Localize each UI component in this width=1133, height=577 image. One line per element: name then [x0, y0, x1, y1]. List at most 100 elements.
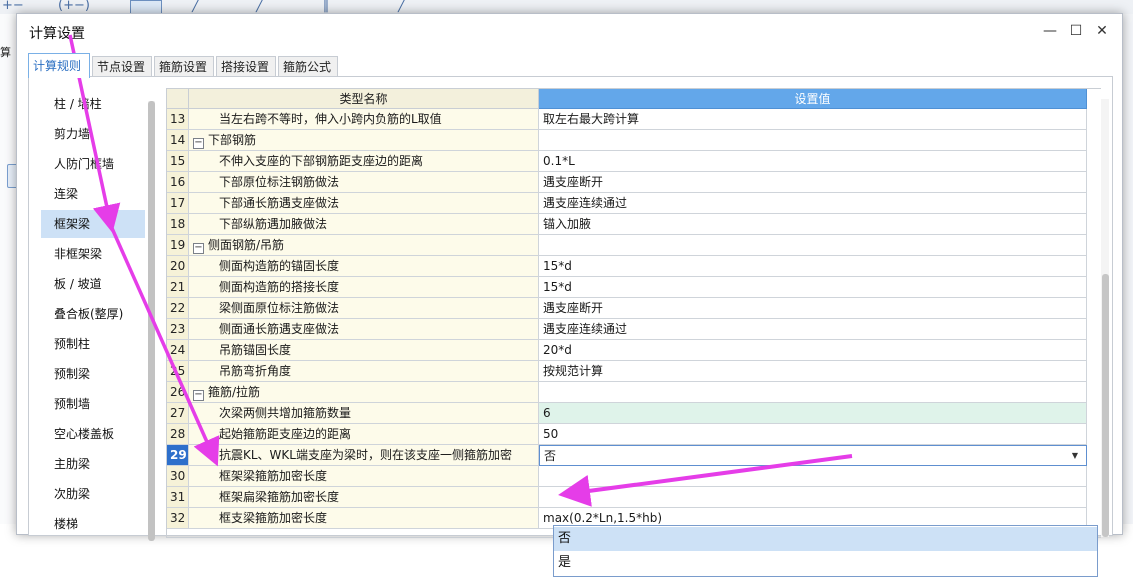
list-item[interactable]: 次肋梁 — [41, 480, 145, 508]
table-row[interactable]: 26− 箍筋/拉筋 — [167, 382, 1101, 403]
row-type-name-text: 下部钢筋 — [208, 133, 257, 147]
list-item[interactable]: 人防门框墙 — [41, 150, 145, 178]
row-number: 17 — [167, 193, 189, 214]
pen-icon: ╱ — [256, 0, 264, 13]
row-type-name: 不伸入支座的下部钢筋距支座边的距离 — [189, 151, 539, 172]
table-row[interactable]: 14− 下部钢筋 — [167, 130, 1101, 151]
header-row-number — [167, 89, 189, 109]
row-setting-value-text: 6 — [543, 406, 551, 420]
tab-node-settings[interactable]: 节点设置 — [92, 56, 152, 77]
row-number: 24 — [167, 340, 189, 361]
row-setting-value[interactable]: 15*d — [539, 256, 1087, 277]
row-type-name: 下部纵筋遇加腋做法 — [189, 214, 539, 235]
row-type-name-text: 侧面通长筋遇支座做法 — [219, 322, 340, 336]
row-type-name-text: 下部通长筋遇支座做法 — [219, 196, 340, 210]
list-item[interactable]: 框架梁 — [41, 210, 145, 238]
row-type-name: 吊筋锚固长度 — [189, 340, 539, 361]
row-type-name: 下部原位标注钢筋做法 — [189, 172, 539, 193]
row-type-name-text: 梁侧面原位标注筋做法 — [219, 301, 340, 315]
settings-grid: 类型名称 设置值 13 当左右跨不等时，伸入小跨内负筋的L取值 取左右最大跨计算 14… — [166, 88, 1101, 538]
row-setting-value[interactable]: 0.1*L — [539, 151, 1087, 172]
dialog-titlebar[interactable]: 计算设置 — ☐ ✕ — [17, 14, 1122, 48]
dropdown-option-yes[interactable]: 是 — [554, 551, 1097, 575]
list-scrollbar[interactable] — [148, 101, 155, 541]
collapse-toggle-icon[interactable]: − — [193, 243, 204, 254]
grid-header: 类型名称 设置值 — [167, 89, 1101, 109]
close-button[interactable]: ✕ — [1090, 20, 1114, 42]
table-row[interactable]: 24 吊筋锚固长度 20*d — [167, 340, 1101, 361]
grid-scrollbar[interactable] — [1101, 99, 1109, 537]
table-row[interactable]: 23 侧面通长筋遇支座做法 遇支座连续通过 — [167, 319, 1101, 340]
table-row[interactable]: 22 梁侧面原位标注筋做法 遇支座断开 — [167, 298, 1101, 319]
row-setting-value[interactable]: 遇支座断开 — [539, 172, 1087, 193]
row-setting-value[interactable] — [539, 130, 1087, 151]
table-row[interactable]: 28 起始箍筋距支座边的距离 50 — [167, 424, 1101, 445]
row-type-name: − 箍筋/拉筋 — [189, 382, 539, 403]
row-type-name-text: 箍筋/拉筋 — [208, 385, 261, 399]
tab-lap-settings[interactable]: 搭接设置 — [216, 56, 276, 77]
row-setting-value-text: max(0.2*Ln,1.5*hb) — [543, 511, 663, 525]
tab-calc-rules[interactable]: 计算规则 — [28, 53, 90, 78]
table-row[interactable]: 27 次梁两侧共增加箍筋数量 6 — [167, 403, 1101, 424]
list-item[interactable]: 叠合板(整厚) — [41, 300, 145, 328]
list-scrollbar-thumb[interactable] — [148, 101, 155, 541]
bars-icon: ║ — [322, 0, 330, 13]
row-setting-value[interactable]: 遇支座连续通过 — [539, 193, 1087, 214]
list-item[interactable]: 剪力墙 — [41, 120, 145, 148]
row-setting-value[interactable]: 遇支座断开 — [539, 298, 1087, 319]
value-combobox[interactable]: 否 ▼ — [539, 445, 1087, 466]
list-item[interactable]: 板 / 坡道 — [41, 270, 145, 298]
table-row[interactable]: 17 下部通长筋遇支座做法 遇支座连续通过 — [167, 193, 1101, 214]
dropdown-arrow-icon[interactable]: ▼ — [1072, 446, 1078, 465]
table-row[interactable]: 29 抗震KL、WKL端支座为梁时，则在该支座一侧箍筋加密否 ▼ — [167, 445, 1101, 466]
row-setting-value[interactable]: 20*d — [539, 340, 1087, 361]
collapse-toggle-icon[interactable]: − — [193, 138, 204, 149]
table-row[interactable]: 16 下部原位标注钢筋做法 遇支座断开 — [167, 172, 1101, 193]
table-row[interactable]: 20 侧面构造筋的锚固长度 15*d — [167, 256, 1101, 277]
row-setting-value[interactable] — [539, 487, 1087, 508]
row-type-name: 下部通长筋遇支座做法 — [189, 193, 539, 214]
list-item[interactable]: 空心楼盖板 — [41, 420, 145, 448]
minimize-button[interactable]: — — [1038, 20, 1062, 42]
row-type-name: 抗震KL、WKL端支座为梁时，则在该支座一侧箍筋加密 — [189, 445, 539, 466]
row-setting-value[interactable] — [539, 466, 1087, 487]
header-setting-value: 设置值 — [539, 89, 1087, 109]
list-item[interactable]: 预制墙 — [41, 390, 145, 418]
tab-stirrup-formula[interactable]: 箍筋公式 — [278, 56, 338, 77]
tab-stirrup-settings[interactable]: 箍筋设置 — [154, 56, 214, 77]
row-setting-value[interactable] — [539, 235, 1087, 256]
maximize-button[interactable]: ☐ — [1064, 20, 1088, 42]
grid-scrollbar-thumb[interactable] — [1102, 274, 1109, 537]
row-setting-value-text: 取左右最大跨计算 — [543, 112, 640, 126]
row-setting-value[interactable] — [539, 382, 1087, 403]
table-row[interactable]: 19− 侧面钢筋/吊筋 — [167, 235, 1101, 256]
table-row[interactable]: 30 框架梁箍筋加密长度 — [167, 466, 1101, 487]
row-setting-value[interactable]: 按规范计算 — [539, 361, 1087, 382]
row-setting-value[interactable]: 6 — [539, 403, 1087, 424]
row-setting-value[interactable]: 遇支座连续通过 — [539, 319, 1087, 340]
list-item[interactable]: 非框架梁 — [41, 240, 145, 268]
list-item[interactable]: 柱 / 墙柱 — [41, 90, 145, 118]
row-number: 14 — [167, 130, 189, 151]
row-type-name: 当左右跨不等时，伸入小跨内负筋的L取值 — [189, 109, 539, 130]
row-setting-value[interactable]: 15*d — [539, 277, 1087, 298]
row-setting-value[interactable]: 50 — [539, 424, 1087, 445]
list-item[interactable]: 预制柱 — [41, 330, 145, 358]
list-item[interactable]: 主肋梁 — [41, 450, 145, 478]
table-row[interactable]: 13 当左右跨不等时，伸入小跨内负筋的L取值 取左右最大跨计算 — [167, 109, 1101, 130]
table-row[interactable]: 15 不伸入支座的下部钢筋距支座边的距离 0.1*L — [167, 151, 1101, 172]
list-item[interactable]: 楼梯 — [41, 510, 145, 538]
table-row[interactable]: 18 下部纵筋遇加腋做法 锚入加腋 — [167, 214, 1101, 235]
list-item[interactable]: 连梁 — [41, 180, 145, 208]
row-setting-value-text: 0.1*L — [543, 154, 575, 168]
row-setting-value[interactable]: 取左右最大跨计算 — [539, 109, 1087, 130]
row-setting-value[interactable]: 锚入加腋 — [539, 214, 1087, 235]
dropdown-option-no[interactable]: 否 — [554, 527, 1097, 551]
table-row[interactable]: 31 框架扁梁箍筋加密长度 — [167, 487, 1101, 508]
list-item[interactable]: 预制梁 — [41, 360, 145, 388]
table-row[interactable]: 25 吊筋弯折角度 按规范计算 — [167, 361, 1101, 382]
settings-dialog: 计算设置 — ☐ ✕ 计算规则 节点设置 箍筋设置 搭接设置 箍筋公式 柱 / … — [16, 13, 1123, 577]
row-type-name: 侧面通长筋遇支座做法 — [189, 319, 539, 340]
table-row[interactable]: 21 侧面构造筋的搭接长度 15*d — [167, 277, 1101, 298]
collapse-toggle-icon[interactable]: − — [193, 390, 204, 401]
